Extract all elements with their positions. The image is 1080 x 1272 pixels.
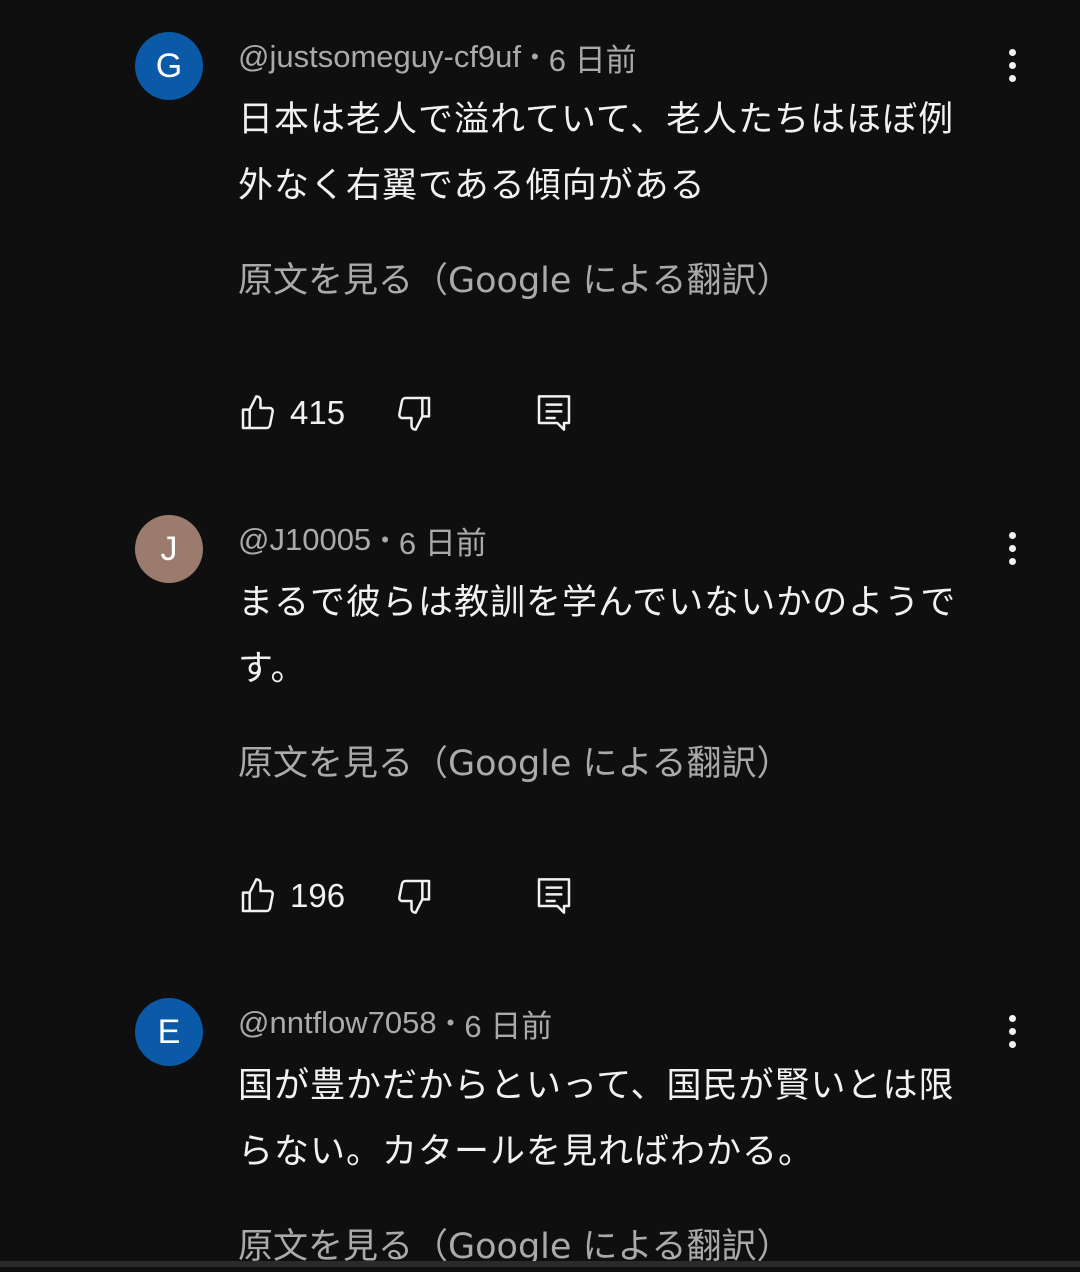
thumb-up-icon (238, 393, 278, 433)
see-original-link[interactable]: 原文を見る（Google による翻訳） (238, 739, 792, 789)
comment-actions: 415 (238, 388, 574, 438)
comment-text: まるで彼らは教訓を学んでいないかのようで す。 (238, 570, 998, 702)
see-original-link[interactable]: 原文を見る（Google による翻訳） (238, 256, 792, 306)
separator-dot: • (446, 1010, 455, 1035)
dislike-button[interactable] (394, 393, 434, 433)
reply-button[interactable] (534, 874, 574, 918)
separator-dot: • (531, 44, 539, 69)
comment-text-line: 外なく右翼である傾向がある (238, 166, 706, 206)
comment-header: @J10005 • 6 日前 (238, 518, 487, 562)
timestamp: 6 日前 (548, 42, 637, 78)
reply-button[interactable] (534, 391, 574, 435)
more-vertical-icon (1008, 531, 1016, 539)
timestamp: 6 日前 (398, 525, 487, 561)
comment-header: @justsomeguy-cf9uf • 6 日前 (238, 35, 637, 79)
comment-header: @nntflow7058 • 6 日前 (238, 1001, 552, 1045)
comment-text-line: まるで彼らは教訓を学んでいないかのようで (238, 583, 957, 623)
thumb-down-icon (394, 876, 434, 916)
thumb-up-icon (238, 876, 278, 916)
avatar[interactable]: G (135, 32, 203, 100)
more-vertical-icon (1008, 1014, 1016, 1022)
username[interactable]: @nntflow7058 (238, 1005, 437, 1041)
timestamp: 6 日前 (464, 1008, 553, 1044)
like-count: 196 (290, 877, 346, 914)
comment-text-line: す。 (238, 649, 307, 689)
reply-comment-icon (534, 874, 574, 918)
comment-text-line: らない。カタールを見ればわかる。 (238, 1132, 815, 1172)
dislike-button[interactable] (394, 876, 434, 916)
like-button[interactable]: 415 (238, 393, 360, 433)
username[interactable]: @J10005 (238, 522, 371, 558)
username[interactable]: @justsomeguy-cf9uf (238, 39, 521, 75)
comment-text: 日本は老人で溢れていて、老人たちはほぼ例 外なく右翼である傾向がある (238, 87, 998, 219)
reply-comment-icon (534, 391, 574, 435)
like-button[interactable]: 196 (238, 876, 360, 916)
comment-text: 国が豊かだからといって、国民が賢いとは限 らない。カタールを見ればわかる。 (238, 1053, 998, 1185)
thumb-down-icon (394, 393, 434, 433)
like-count: 415 (290, 394, 346, 431)
more-options-button[interactable] (992, 1009, 1032, 1053)
avatar[interactable]: J (135, 515, 203, 583)
more-options-button[interactable] (992, 43, 1032, 87)
separator-dot: • (381, 527, 389, 552)
more-options-button[interactable] (992, 526, 1032, 570)
bottom-edge (0, 1261, 1080, 1267)
comment-text-line: 国が豊かだからといって、国民が賢いとは限 (238, 1066, 955, 1106)
more-vertical-icon (1008, 48, 1016, 56)
comment-text-line: 日本は老人で溢れていて、老人たちはほぼ例 (238, 100, 955, 140)
comment-actions: 196 (238, 871, 574, 921)
avatar[interactable]: E (135, 998, 203, 1066)
